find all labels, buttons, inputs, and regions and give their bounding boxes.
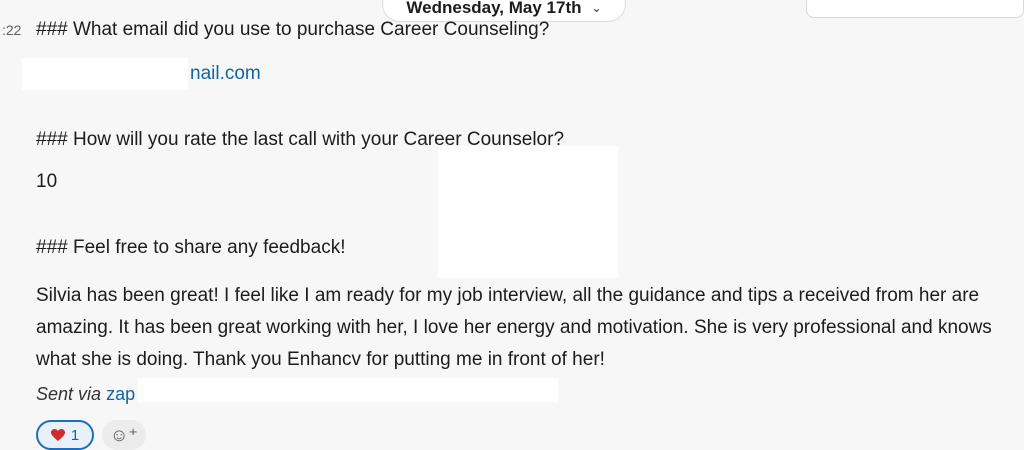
sent-via-label: Sent via [36, 384, 102, 404]
reply-thread-icon[interactable] [868, 1, 882, 11]
feedback-text: Silvia has been great! I feel like I am … [36, 285, 992, 370]
question-email: ### What email did you use to purchase C… [36, 19, 550, 40]
emoji-react-icon[interactable] [828, 1, 842, 11]
message-actions-toolbar [806, 0, 1024, 18]
bookmark-icon[interactable] [948, 1, 962, 11]
sent-via-line: Sent via zap [36, 384, 135, 405]
share-icon[interactable] [908, 1, 922, 11]
redacted-block-url [138, 378, 558, 402]
question-feedback: ### Feel free to share any feedback! [36, 237, 346, 258]
add-reaction-icon[interactable]: ☺⁺ [102, 420, 146, 450]
heart-icon [50, 428, 65, 442]
rating-value: 10 [36, 171, 58, 192]
sent-via-link[interactable]: zap [106, 384, 135, 404]
email-link[interactable]: nail.com [190, 58, 261, 90]
message-timestamp[interactable]: :22 [2, 22, 21, 38]
more-actions-icon[interactable] [988, 1, 1002, 11]
reaction-count: 1 [70, 426, 80, 444]
redacted-block-center [438, 146, 618, 278]
redacted-block-email [22, 58, 188, 90]
heart-reaction-pill[interactable]: 1 [36, 420, 94, 450]
chevron-down-icon: ⌄ [591, 1, 602, 15]
